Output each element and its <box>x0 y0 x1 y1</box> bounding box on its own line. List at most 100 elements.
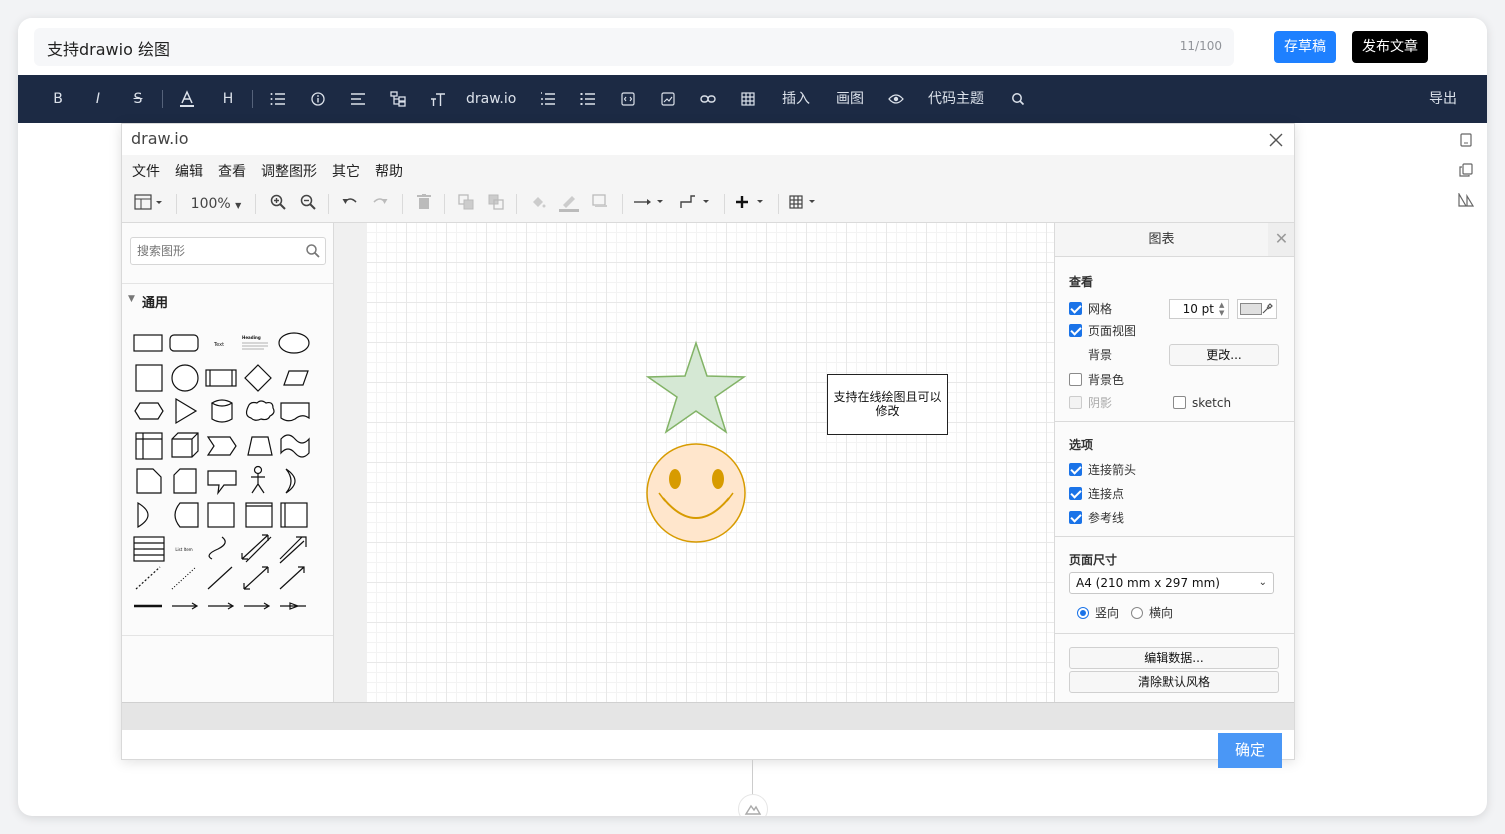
background-color-option[interactable]: 背景色 <box>1069 372 1124 388</box>
undo-icon[interactable] <box>340 194 360 214</box>
menu-arrange[interactable]: 调整图形 <box>261 161 317 181</box>
diagram-page[interactable]: 支持在线绘图且可以修改 <box>367 223 1054 702</box>
heading-icon[interactable]: H <box>218 75 238 123</box>
image-icon[interactable] <box>658 75 678 123</box>
tab-diagram[interactable]: 图表 <box>1055 223 1268 257</box>
zoom-dropdown[interactable]: 100% ▼ <box>188 194 244 214</box>
drawio-button[interactable]: draw.io <box>466 75 516 123</box>
format-panel-toggle-icon[interactable] <box>132 194 166 214</box>
code-block-icon[interactable] <box>618 75 638 123</box>
document-icon[interactable] <box>1458 133 1474 149</box>
options-heading: 选项 <box>1069 438 1094 452</box>
line-color-icon[interactable] <box>558 194 580 214</box>
connection-style-icon[interactable] <box>632 194 668 214</box>
zoom-in-icon[interactable] <box>268 194 288 214</box>
text-box-shape[interactable]: 支持在线绘图且可以修改 <box>827 374 948 435</box>
font-color-icon[interactable] <box>176 75 198 123</box>
grid-color-picker[interactable] <box>1237 299 1277 319</box>
toolbar-divider <box>176 194 177 214</box>
link-icon[interactable] <box>698 75 718 123</box>
status-bar <box>122 702 1294 730</box>
to-front-icon[interactable] <box>456 194 476 214</box>
connection-arrows-checkbox[interactable] <box>1069 463 1082 476</box>
zoom-out-icon[interactable] <box>298 194 318 214</box>
delete-icon[interactable] <box>414 194 434 214</box>
menu-file[interactable]: 文件 <box>132 161 160 181</box>
save-draft-button[interactable]: 存草稿 <box>1274 31 1336 63</box>
sketch-option[interactable]: sketch <box>1173 395 1231 411</box>
list-icon[interactable] <box>268 75 288 123</box>
portrait-radio[interactable] <box>1077 607 1089 619</box>
redo-icon[interactable] <box>370 194 390 214</box>
preview-icon[interactable] <box>886 75 906 123</box>
shape-card <box>173 468 197 494</box>
grid-option[interactable]: 网格 <box>1069 301 1112 317</box>
menu-extras[interactable]: 其它 <box>332 161 360 181</box>
table-insert-icon[interactable] <box>788 194 822 214</box>
close-icon[interactable]: ✕ <box>1268 223 1294 257</box>
change-background-button[interactable]: 更改... <box>1169 344 1279 366</box>
grid-checkbox[interactable] <box>1069 302 1082 315</box>
portrait-option[interactable]: 竖向 <box>1077 605 1119 621</box>
guides-checkbox[interactable] <box>1069 511 1082 524</box>
align-icon[interactable] <box>348 75 368 123</box>
connection-points-option[interactable]: 连接点 <box>1069 486 1124 502</box>
insert-menu[interactable]: 插入 <box>778 75 814 123</box>
connection-arrows-label: 连接箭头 <box>1088 463 1137 477</box>
page-size-select[interactable]: A4 (210 mm x 297 mm) ⌄ <box>1069 572 1274 594</box>
page-view-option[interactable]: 页面视图 <box>1069 323 1136 339</box>
insert-plus-icon[interactable] <box>734 194 768 214</box>
unordered-list-icon[interactable] <box>578 75 598 123</box>
fill-color-icon[interactable] <box>528 194 548 214</box>
stepper-icon[interactable]: ▲ ▼ <box>1219 301 1224 317</box>
eyedropper-icon[interactable] <box>1261 303 1273 315</box>
diagram-canvas-area[interactable]: 支持在线绘图且可以修改 <box>334 223 1054 702</box>
connection-arrows-option[interactable]: 连接箭头 <box>1069 462 1136 478</box>
shape-triangle <box>175 397 198 425</box>
clear-default-style-button[interactable]: 清除默认风格 <box>1069 671 1279 693</box>
search-icon[interactable] <box>305 243 321 259</box>
general-shapes-grid[interactable]: Text Heading List Item <box>130 323 326 623</box>
confirm-button[interactable]: 确定 <box>1218 733 1282 768</box>
background-label: 背景 <box>1088 348 1113 362</box>
tree-icon[interactable] <box>388 75 408 123</box>
diagram-shapes[interactable] <box>367 223 1054 702</box>
shape-line <box>207 566 233 590</box>
close-icon[interactable] <box>1266 126 1286 150</box>
shape-directional-connector <box>279 566 305 590</box>
shadow-icon[interactable] <box>590 194 610 214</box>
publish-button[interactable]: 发布文章 <box>1352 31 1428 63</box>
bold-icon[interactable]: B <box>48 75 68 123</box>
section-general-header[interactable]: ▼ 通用 <box>122 283 333 313</box>
draw-menu[interactable]: 画图 <box>832 75 868 123</box>
sketch-checkbox[interactable] <box>1173 396 1186 409</box>
background-color-checkbox[interactable] <box>1069 373 1082 386</box>
menu-help[interactable]: 帮助 <box>375 161 403 181</box>
page-view-checkbox[interactable] <box>1069 324 1082 337</box>
landscape-radio[interactable] <box>1131 607 1143 619</box>
article-title-input[interactable]: 支持drawio 绘图 11/100 <box>34 28 1234 66</box>
italic-icon[interactable]: I <box>88 75 108 123</box>
table-icon[interactable] <box>738 75 758 123</box>
strikethrough-icon[interactable]: S <box>128 75 148 123</box>
export-button[interactable]: 导出 <box>1429 75 1457 123</box>
menu-view[interactable]: 查看 <box>218 161 246 181</box>
shape-search-input[interactable] <box>137 238 297 264</box>
copy-icon[interactable] <box>1458 163 1474 179</box>
shape-search[interactable] <box>130 237 326 265</box>
ruler-icon[interactable] <box>1458 191 1475 209</box>
connection-points-checkbox[interactable] <box>1069 487 1082 500</box>
landscape-option[interactable]: 横向 <box>1131 605 1173 621</box>
edit-data-button[interactable]: 编辑数据... <box>1069 647 1279 669</box>
to-back-icon[interactable] <box>486 194 506 214</box>
code-theme-menu[interactable]: 代码主题 <box>924 75 988 123</box>
section-misc-header[interactable] <box>122 635 333 665</box>
font-size-icon[interactable] <box>428 75 448 123</box>
article-title[interactable]: 支持drawio 绘图 <box>47 36 170 60</box>
info-icon[interactable] <box>308 75 328 123</box>
menu-edit[interactable]: 编辑 <box>175 161 203 181</box>
waypoints-icon[interactable] <box>678 194 714 214</box>
guides-option[interactable]: 参考线 <box>1069 510 1124 526</box>
search-icon[interactable] <box>1008 75 1028 123</box>
ordered-list-icon[interactable] <box>538 75 558 123</box>
